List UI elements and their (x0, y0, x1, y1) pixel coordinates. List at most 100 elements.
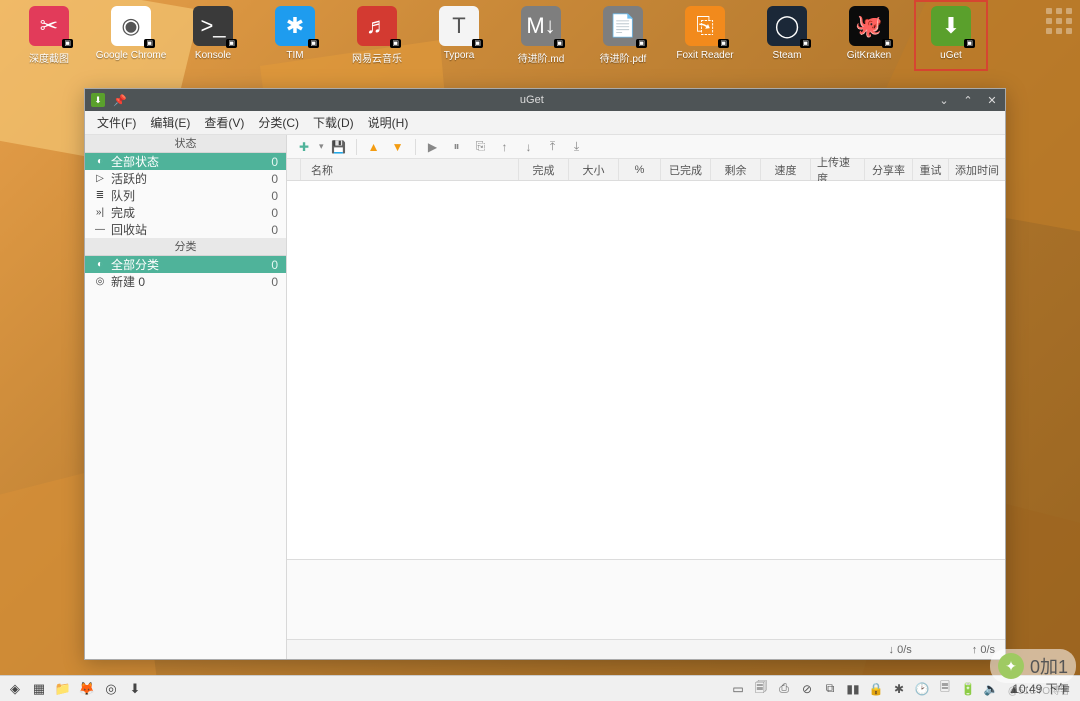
tray-icon-10[interactable]: 🔋 (960, 681, 976, 697)
tray-icon-9[interactable]: 🗏 (937, 681, 953, 697)
move-up-button[interactable]: ↑ (496, 138, 514, 156)
status-item[interactable]: ≣队列0 (85, 187, 286, 204)
desktop-icon-tim[interactable]: ✱▣TIM (264, 6, 326, 65)
desktop-icon--md[interactable]: M↓▣待进阶.md (510, 6, 572, 65)
taskbar-launcher-0[interactable]: ◈ (6, 680, 24, 698)
move-down-button[interactable]: ↓ (520, 138, 538, 156)
desktop-icon-typora[interactable]: T▣Typora (428, 6, 490, 65)
col-retry[interactable]: 重试 (913, 159, 949, 180)
app-icon: ⬇▣ (931, 6, 971, 46)
move-bottom-button[interactable]: ⤓ (568, 138, 586, 156)
status-icon: »| (93, 207, 107, 218)
window-titlebar[interactable]: ⬇ 📌 uGet ⌄ ⌃ ✕ (85, 89, 1005, 111)
status-item[interactable]: ◐全部状态0 (85, 153, 286, 170)
app-icon: ◉▣ (111, 6, 151, 46)
tray-icon-5[interactable]: ▮▮ (845, 681, 861, 697)
col-percent[interactable]: % (619, 159, 661, 180)
taskbar-launcher-4[interactable]: ◎ (102, 680, 120, 698)
download-speed: ↓ 0/s (889, 644, 912, 656)
status-item[interactable]: —回收站0 (85, 221, 286, 238)
save-button[interactable]: 💾 (330, 138, 348, 156)
category-icon: ◎ (93, 276, 107, 287)
col-completed[interactable]: 已完成 (661, 159, 711, 180)
desktop-icon-label: 待进阶.pdf (600, 50, 647, 65)
col-row[interactable] (287, 159, 301, 180)
desktop-icon-label: Google Chrome (96, 50, 167, 61)
tray-icon-0[interactable]: ▭ (730, 681, 746, 697)
minimize-button[interactable]: ⌄ (937, 94, 951, 107)
pause-all-button[interactable]: ▼ (389, 138, 407, 156)
new-download-button[interactable]: ✚ (295, 138, 313, 156)
tray-icon-4[interactable]: ⧉ (822, 681, 838, 697)
desktop-icon-label: 待进阶.md (518, 50, 565, 65)
menu-item[interactable]: 编辑(E) (144, 112, 196, 133)
status-item[interactable]: »|完成0 (85, 204, 286, 221)
category-label: 全部分类 (111, 256, 271, 273)
category-item[interactable]: ◐全部分类0 (85, 256, 286, 273)
category-section-header: 分类 (85, 238, 286, 256)
col-upload-speed[interactable]: 上传速度 (811, 159, 865, 180)
status-label: 完成 (111, 204, 271, 221)
maximize-button[interactable]: ⌃ (961, 94, 975, 107)
category-item[interactable]: ◎新建 00 (85, 273, 286, 290)
tray-icon-8[interactable]: 🕑 (914, 681, 930, 697)
col-name[interactable]: 名称 (301, 159, 519, 180)
tray-icon-2[interactable]: ⎙ (776, 681, 792, 697)
close-button[interactable]: ✕ (985, 94, 999, 107)
start-all-button[interactable]: ▲ (365, 138, 383, 156)
status-count: 0 (271, 155, 280, 169)
pause-button[interactable]: ⏸ (448, 138, 466, 156)
desktop-icon-steam[interactable]: ◯▣Steam (756, 6, 818, 65)
status-label: 队列 (111, 187, 271, 204)
desktop-icon--[interactable]: ✂▣深度截图 (18, 6, 80, 65)
desktop-icon-label: GitKraken (847, 50, 891, 61)
tray-icon-11[interactable]: 🔈 (983, 681, 999, 697)
category-label: 新建 0 (111, 273, 271, 290)
desktop-icon--[interactable]: ♬▣网易云音乐 (346, 6, 408, 65)
status-icon: ▷ (93, 173, 107, 184)
link-badge-icon: ▣ (718, 39, 729, 48)
col-speed[interactable]: 速度 (761, 159, 811, 180)
menu-item[interactable]: 下载(D) (307, 112, 360, 133)
col-size[interactable]: 大小 (569, 159, 619, 180)
desktop-icon-uget[interactable]: ⬇▣uGet (920, 6, 982, 65)
col-share-ratio[interactable]: 分享率 (865, 159, 913, 180)
menu-item[interactable]: 查看(V) (198, 112, 250, 133)
window-title: uGet (127, 94, 937, 106)
tray-icon-7[interactable]: ✱ (891, 681, 907, 697)
taskbar-launcher-3[interactable]: 🦊 (78, 680, 96, 698)
tray-icon-1[interactable]: 🗐 (753, 681, 769, 697)
move-top-button[interactable]: ⤒ (544, 138, 562, 156)
pin-icon[interactable]: 📌 (113, 94, 127, 107)
app-icon: >_▣ (193, 6, 233, 46)
menu-item[interactable]: 文件(F) (91, 112, 142, 133)
start-button[interactable]: ▶ (424, 138, 442, 156)
link-badge-icon: ▣ (800, 39, 811, 48)
sidebar: 状态 ◐全部状态0▷活跃的0≣队列0»|完成0—回收站0 分类 ◐全部分类0◎新… (85, 135, 287, 659)
separator (415, 139, 416, 155)
status-item[interactable]: ▷活跃的0 (85, 170, 286, 187)
col-remaining[interactable]: 剩余 (711, 159, 761, 180)
menu-item[interactable]: 分类(C) (252, 112, 305, 133)
taskbar-launcher-5[interactable]: ⬇ (126, 680, 144, 698)
tray-icon-6[interactable]: 🔒 (868, 681, 884, 697)
status-count: 0 (271, 223, 280, 237)
desktop-icon-foxit-reader[interactable]: ⎘▣Foxit Reader (674, 6, 736, 65)
col-added-time[interactable]: 添加时间 (949, 159, 1005, 180)
app-grid-icon[interactable] (1046, 8, 1072, 34)
desktop-icons-row: ✂▣深度截图◉▣Google Chrome>_▣Konsole✱▣TIM♬▣网易… (18, 6, 982, 65)
link-badge-icon: ▣ (308, 39, 319, 48)
desktop-icon-konsole[interactable]: >_▣Konsole (182, 6, 244, 65)
desktop-icon-gitkraken[interactable]: 🐙▣GitKraken (838, 6, 900, 65)
desktop-icon-label: TIM (286, 50, 303, 61)
taskbar-launcher-2[interactable]: 📁 (54, 680, 72, 698)
col-done[interactable]: 完成 (519, 159, 569, 180)
taskbar-launcher-1[interactable]: ▦ (30, 680, 48, 698)
desktop-icon--pdf[interactable]: 📄▣待进阶.pdf (592, 6, 654, 65)
properties-button[interactable]: ⎘ (472, 138, 490, 156)
watermark-text: 0加1 (1030, 653, 1068, 679)
menu-item[interactable]: 说明(H) (362, 112, 415, 133)
tray-icon-3[interactable]: ⊘ (799, 681, 815, 697)
desktop-icon-google-chrome[interactable]: ◉▣Google Chrome (100, 6, 162, 65)
dropdown-icon[interactable]: ▾ (319, 141, 324, 152)
